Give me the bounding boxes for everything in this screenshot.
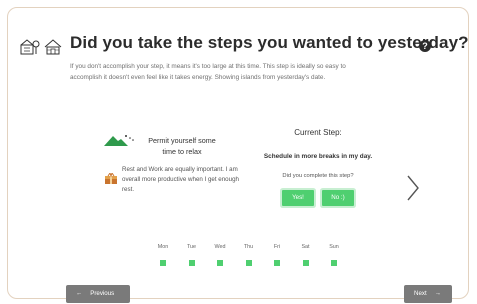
day-completion-marker — [302, 260, 309, 266]
permit-title: Permit yourself some time to relax — [148, 136, 216, 156]
day-completion-marker — [217, 260, 223, 266]
current-step-label: Current Step: — [294, 128, 342, 137]
step-name: Schedule in more breaks in my day. — [263, 153, 373, 160]
day-completion-marker — [245, 260, 252, 266]
day-label: Sun — [329, 244, 339, 250]
day-completion-marker — [274, 260, 280, 266]
day-label: Mon — [157, 244, 169, 250]
answer-buttons: Yes! No :) — [258, 190, 378, 206]
day-label: Fri — [273, 244, 281, 250]
current-step-panel: Current Step: Schedule in more breaks in… — [258, 122, 378, 206]
day-label: Sat — [301, 244, 310, 250]
intro-text: If you don't accomplish your step, it me… — [70, 63, 346, 81]
mountain-icon — [104, 135, 134, 146]
day-item: Mon — [153, 244, 173, 266]
help-icon[interactable]: ? — [419, 40, 431, 52]
arrow-right-icon: → — [434, 290, 441, 297]
day-completion-marker — [188, 260, 195, 266]
day-item: Fri — [267, 244, 287, 266]
day-item: Thu — [239, 244, 259, 266]
outdoor-scene-icon — [20, 39, 40, 55]
gift-icon — [105, 173, 117, 184]
cabin-icon — [44, 39, 62, 55]
next-button[interactable]: Next → — [404, 285, 452, 303]
complete-question: Did you complete this step? — [282, 173, 354, 179]
main-card: Did you take the steps you wanted to yes… — [7, 7, 469, 299]
no-button[interactable]: No :) — [322, 190, 354, 206]
day-item: Tue — [182, 244, 202, 266]
day-label: Thu — [243, 244, 254, 250]
page-title: Did you take the steps you wanted to yes… — [70, 33, 469, 52]
day-completion-marker — [331, 260, 337, 266]
day-label: Tue — [186, 244, 197, 250]
rest-text: Rest and Work are equally important. I a… — [122, 166, 239, 193]
day-item: Sat — [296, 244, 316, 266]
day-label: Wed — [214, 244, 226, 250]
next-label: Next — [414, 290, 427, 297]
day-completion-marker — [160, 260, 166, 266]
day-item: Sun — [324, 244, 344, 266]
header-icons — [20, 39, 62, 55]
chevron-right-icon[interactable] — [406, 174, 420, 202]
previous-label: Previous — [90, 290, 115, 297]
yes-button[interactable]: Yes! — [282, 190, 314, 206]
arrow-left-icon: ← — [76, 290, 83, 297]
previous-button[interactable]: ← Previous — [66, 285, 130, 303]
day-item: Wed — [210, 244, 230, 266]
